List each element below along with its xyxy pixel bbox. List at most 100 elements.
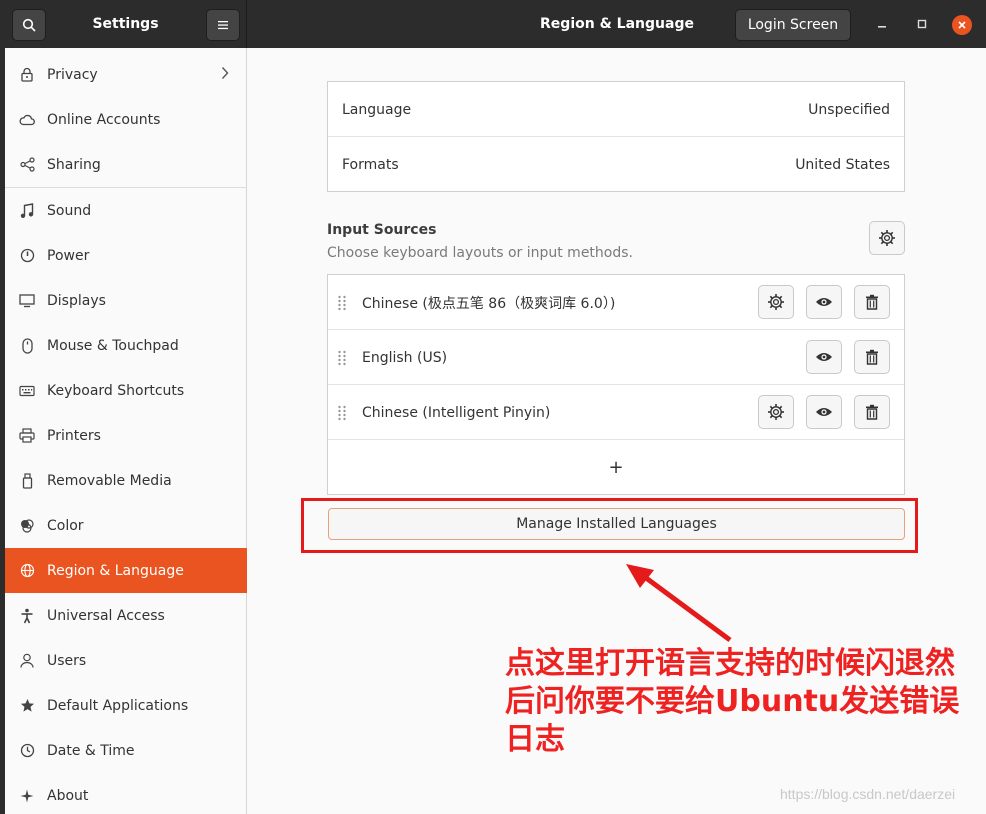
music-note-icon: [19, 202, 35, 219]
power-icon: [19, 248, 35, 264]
sidebar-item-label: Keyboard Shortcuts: [47, 382, 185, 399]
user-icon: [19, 653, 35, 669]
input-sources-options-button[interactable]: [869, 221, 905, 255]
language-label: Language: [342, 101, 412, 118]
hamburger-menu-icon: [218, 21, 228, 30]
trash-icon: [866, 349, 878, 365]
formats-value: United States: [795, 156, 890, 173]
sidebar-item-default-applications[interactable]: Default Applications: [5, 683, 247, 728]
formats-row[interactable]: Formats United States: [328, 137, 904, 192]
sidebar-item-date-time[interactable]: Date & Time: [5, 728, 247, 773]
input-source-preview-button[interactable]: [806, 285, 842, 319]
eye-icon: [816, 353, 832, 361]
sidebar-item-sharing[interactable]: Sharing: [5, 142, 247, 187]
sidebar-item-privacy[interactable]: Privacy: [5, 52, 247, 97]
input-source-row[interactable]: Chinese (Intelligent Pinyin): [328, 385, 904, 440]
sidebar-item-label: About: [47, 787, 89, 804]
sidebar-item-label: Printers: [47, 427, 101, 444]
input-source-preview-button[interactable]: [806, 395, 842, 429]
sidebar-item-removable-media[interactable]: Removable Media: [5, 458, 247, 503]
sidebar-item-displays[interactable]: Displays: [5, 278, 247, 323]
lock-icon: [19, 67, 35, 83]
close-button[interactable]: [952, 15, 972, 35]
star-icon: [19, 698, 35, 714]
sidebar-item-users[interactable]: Users: [5, 638, 247, 683]
sidebar-item-label: Privacy: [47, 66, 98, 83]
sidebar-item-keyboard-shortcuts[interactable]: Keyboard Shortcuts: [5, 368, 247, 413]
close-icon: [958, 21, 966, 29]
drag-handle-icon[interactable]: [337, 350, 347, 366]
keyboard-icon: [19, 383, 35, 399]
sidebar-item-label: Sound: [47, 202, 92, 219]
minimize-button[interactable]: [872, 14, 892, 34]
sidebar-item-label: Users: [47, 652, 87, 669]
sidebar-item-color[interactable]: Color: [5, 503, 247, 548]
drag-handle-icon[interactable]: [337, 295, 347, 311]
sidebar-item-mouse-touchpad[interactable]: Mouse & Touchpad: [5, 323, 247, 368]
sidebar-item-universal-access[interactable]: Universal Access: [5, 593, 247, 638]
annotation-highlight-box: [301, 498, 918, 553]
sidebar-item-region-language[interactable]: Region & Language: [5, 548, 247, 593]
gear-icon: [768, 294, 784, 310]
input-source-settings-button[interactable]: [758, 285, 794, 319]
input-source-settings-button[interactable]: [758, 395, 794, 429]
sidebar-item-label: Date & Time: [47, 742, 135, 759]
gear-icon: [879, 230, 895, 246]
mouse-icon: [19, 337, 35, 354]
display-icon: [19, 293, 35, 309]
trash-icon: [866, 404, 878, 420]
sidebar-item-label: Sharing: [47, 156, 101, 173]
add-input-source-button[interactable]: +: [328, 440, 904, 495]
watermark: https://blog.csdn.net/daerzei: [780, 786, 956, 802]
input-source-name: Chinese (极点五笔 86（极爽词库 6.0）): [362, 295, 616, 312]
input-source-name: English (US): [362, 349, 448, 366]
sidebar-item-power[interactable]: Power: [5, 233, 247, 278]
chevron-right-icon: [221, 67, 229, 79]
sidebar-item-label: Online Accounts: [47, 111, 161, 128]
gear-icon: [768, 404, 784, 420]
sidebar-item-online-accounts[interactable]: Online Accounts: [5, 97, 247, 142]
menu-button[interactable]: [206, 9, 240, 41]
minimize-icon: [878, 26, 886, 28]
input-source-preview-button[interactable]: [806, 340, 842, 374]
sidebar-item-label: Color: [47, 517, 84, 534]
eye-icon: [816, 298, 832, 306]
sidebar-item-label: Universal Access: [47, 607, 165, 624]
app-title: Settings: [92, 16, 159, 32]
add-icon: +: [608, 457, 624, 478]
sidebar-item-label: Power: [47, 247, 90, 264]
sidebar: Privacy Online Accounts Sharing Sound Po…: [5, 48, 247, 814]
language-formats-frame: Language Unspecified Formats United Stat…: [327, 81, 905, 192]
cloud-icon: [19, 112, 35, 128]
titlebar: Settings Region & Language Login Screen: [5, 0, 986, 48]
input-source-remove-button[interactable]: [854, 395, 890, 429]
eye-icon: [816, 408, 832, 416]
input-sources-subtitle: Choose keyboard layouts or input methods…: [327, 245, 633, 261]
formats-label: Formats: [342, 156, 399, 173]
search-button[interactable]: [12, 9, 46, 41]
usb-drive-icon: [19, 472, 35, 489]
drag-handle-icon[interactable]: [337, 405, 347, 421]
share-icon: [19, 157, 35, 173]
sidebar-item-about[interactable]: About: [5, 773, 247, 814]
login-screen-button[interactable]: Login Screen: [735, 9, 851, 41]
input-source-row[interactable]: Chinese (极点五笔 86（极爽词库 6.0）): [328, 275, 904, 330]
language-row[interactable]: Language Unspecified: [328, 82, 904, 137]
sidebar-item-label: Region & Language: [47, 562, 184, 579]
globe-icon: [19, 563, 35, 579]
clock-icon: [19, 743, 35, 759]
input-sources-list: Chinese (极点五笔 86（极爽词库 6.0）) English (US): [327, 274, 905, 495]
maximize-icon: [917, 19, 927, 29]
maximize-button[interactable]: [912, 14, 932, 34]
trash-icon: [866, 294, 878, 310]
input-source-remove-button[interactable]: [854, 285, 890, 319]
input-source-row[interactable]: English (US): [328, 330, 904, 385]
sidebar-item-sound[interactable]: Sound: [5, 188, 247, 233]
input-sources-title: Input Sources: [327, 222, 437, 238]
input-source-remove-button[interactable]: [854, 340, 890, 374]
sidebar-item-label: Default Applications: [47, 697, 189, 714]
language-value: Unspecified: [808, 101, 890, 118]
sidebar-item-printers[interactable]: Printers: [5, 413, 247, 458]
input-source-name: Chinese (Intelligent Pinyin): [362, 404, 551, 421]
printer-icon: [19, 428, 35, 444]
